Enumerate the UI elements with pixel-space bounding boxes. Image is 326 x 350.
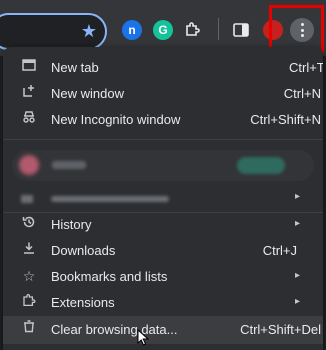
menu-item-shortcut: Ctrl+J — [262, 243, 297, 258]
chrome-main-menu: New tab Ctrl+T New window Ctrl+N New Inc… — [3, 47, 323, 350]
chevron-right-icon: ▸ — [295, 191, 301, 202]
menu-item-label: Clear browsing data... — [51, 322, 178, 337]
menu-item-blurred[interactable]: ▸ — [3, 185, 323, 211]
toolbar-divider — [218, 18, 219, 40]
menu-item-shortcut: Ctrl+Shift+N — [250, 112, 321, 127]
chevron-right-icon: ▸ — [295, 218, 301, 229]
menu-item-label: New tab — [51, 60, 99, 75]
address-bar[interactable]: ★ — [0, 13, 107, 50]
menu-item-label: Bookmarks and lists — [51, 269, 168, 284]
menu-separator — [3, 139, 323, 140]
menu-item-label: New Incognito window — [51, 112, 181, 127]
menu-item-label: History — [51, 217, 92, 232]
menu-item-shortcut: Ctrl+N — [283, 86, 321, 101]
menu-item-history[interactable]: History ▸ — [3, 212, 323, 238]
n-extension-icon[interactable]: n — [122, 20, 142, 40]
grammarly-icon[interactable]: G — [153, 20, 173, 40]
menu-item-label: Extensions — [51, 295, 115, 310]
menu-item-shortcut: Ctrl+T — [289, 60, 323, 75]
blurred-label — [51, 196, 169, 202]
puzzle-icon[interactable] — [183, 20, 203, 40]
blurred-icon — [21, 195, 33, 203]
menu-item-downloads[interactable]: Downloads Ctrl+J — [3, 238, 323, 264]
star-icon: ☆ — [22, 268, 36, 284]
puzzle-icon — [20, 293, 38, 311]
menu-item-extensions[interactable]: Extensions ▸ — [3, 290, 323, 316]
menu-item-new-tab[interactable]: New tab Ctrl+T — [3, 55, 323, 81]
menu-item-shortcut: Ctrl+Shift+Del — [240, 322, 321, 337]
menu-item-new-window[interactable]: New window Ctrl+N — [3, 81, 323, 107]
blurred-profile-name — [52, 161, 86, 169]
avatar — [19, 155, 39, 175]
download-icon — [20, 241, 38, 259]
menu-item-label: New window — [51, 86, 124, 101]
red-highlight-box — [269, 5, 324, 53]
profile-row[interactable] — [12, 150, 314, 181]
trash-icon — [20, 319, 38, 337]
blurred-sync-badge — [237, 157, 285, 174]
mouse-cursor-icon — [137, 329, 149, 346]
new-tab-icon — [20, 58, 38, 76]
incognito-icon — [20, 110, 38, 128]
menu-item-bookmarks[interactable]: ☆ Bookmarks and lists ▸ — [3, 264, 323, 290]
bookmark-star-icon[interactable]: ★ — [79, 21, 99, 41]
menu-item-clear-browsing-data[interactable]: Clear browsing data... Ctrl+Shift+Del — [3, 316, 323, 344]
side-panel-icon[interactable] — [231, 20, 251, 40]
menu-item-new-incognito[interactable]: New Incognito window Ctrl+Shift+N — [3, 107, 323, 133]
history-icon — [20, 215, 38, 233]
chevron-right-icon: ▸ — [295, 270, 301, 281]
new-window-icon — [20, 84, 38, 102]
menu-item-label: Downloads — [51, 243, 116, 258]
chevron-right-icon: ▸ — [295, 296, 301, 307]
